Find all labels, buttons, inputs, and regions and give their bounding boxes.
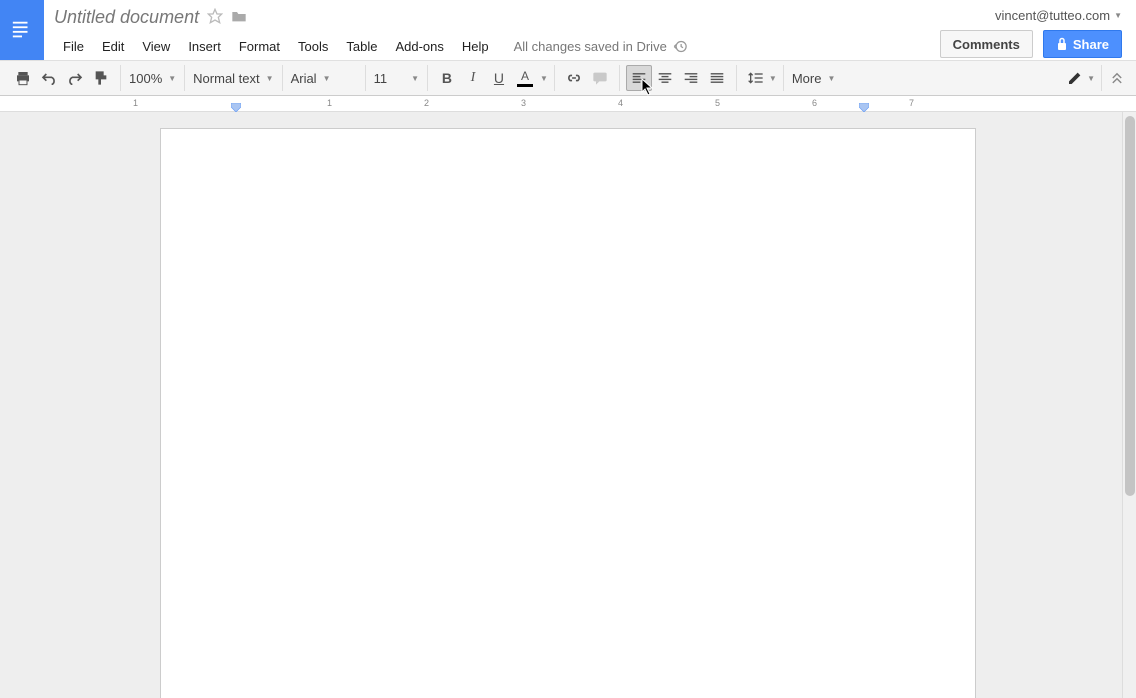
size-value: 11 [374, 71, 388, 86]
docs-icon [11, 16, 33, 44]
header-right: vincent@tutteo.com ▼ Comments Share [940, 0, 1136, 58]
scroll-thumb[interactable] [1125, 116, 1135, 496]
separator [365, 65, 366, 91]
chevron-up-double-icon [1110, 71, 1124, 85]
toolbar: 100% ▼ Normal text ▼ Arial ▼ 11 ▼ B I U … [0, 60, 1136, 96]
text-color-dropdown[interactable]: ▼ [540, 74, 548, 83]
separator [427, 65, 428, 91]
align-left-button[interactable] [626, 65, 652, 91]
more-button[interactable]: More ▼ [786, 65, 842, 91]
save-status: All changes saved in Drive [514, 39, 688, 54]
undo-button[interactable] [36, 65, 62, 91]
pencil-icon [1067, 70, 1083, 86]
paint-format-button[interactable] [88, 65, 114, 91]
separator [120, 65, 121, 91]
chevron-down-icon: ▼ [266, 74, 274, 83]
chevron-down-icon: ▼ [411, 74, 419, 83]
docs-logo[interactable] [0, 0, 44, 60]
align-right-button[interactable] [678, 65, 704, 91]
text-color-button[interactable]: A [512, 65, 538, 91]
button-row: Comments Share [940, 30, 1122, 58]
header: Untitled document File Edit View Insert … [0, 0, 1136, 60]
vertical-scrollbar[interactable] [1122, 112, 1136, 698]
document-page[interactable] [160, 128, 976, 698]
separator [1101, 65, 1102, 91]
underline-button[interactable]: U [486, 65, 512, 91]
zoom-value: 100% [129, 71, 162, 86]
ruler[interactable]: 1 1 2 3 4 5 6 7 [0, 96, 1136, 112]
align-justify-button[interactable] [704, 65, 730, 91]
chevron-down-icon: ▼ [168, 74, 176, 83]
title-row: Untitled document [54, 6, 932, 28]
insert-link-button[interactable] [561, 65, 587, 91]
separator [184, 65, 185, 91]
history-icon[interactable] [673, 39, 688, 54]
menu-edit[interactable]: Edit [93, 37, 133, 56]
left-indent-marker[interactable] [231, 103, 241, 112]
separator [783, 65, 784, 91]
lock-icon [1056, 37, 1068, 51]
menu-format[interactable]: Format [230, 37, 289, 56]
save-status-text: All changes saved in Drive [514, 39, 667, 54]
menu-addons[interactable]: Add-ons [386, 37, 452, 56]
redo-button[interactable] [62, 65, 88, 91]
ruler-label: 3 [521, 98, 526, 108]
separator [282, 65, 283, 91]
canvas-area[interactable] [0, 112, 1136, 698]
more-label: More [792, 71, 822, 86]
ruler-label: 1 [327, 98, 332, 108]
ruler-label: 6 [812, 98, 817, 108]
font-size-select[interactable]: 11 ▼ [368, 65, 425, 91]
chevron-down-icon: ▼ [827, 74, 835, 83]
separator [554, 65, 555, 91]
comments-label: Comments [953, 37, 1020, 52]
share-button[interactable]: Share [1043, 30, 1122, 58]
print-button[interactable] [10, 65, 36, 91]
menu-view[interactable]: View [133, 37, 179, 56]
menu-file[interactable]: File [54, 37, 93, 56]
ruler-label: 2 [424, 98, 429, 108]
chevron-down-icon: ▼ [1087, 74, 1095, 83]
menu-help[interactable]: Help [453, 37, 498, 56]
line-spacing-button[interactable] [743, 65, 769, 91]
paragraph-style-select[interactable]: Normal text ▼ [187, 65, 279, 91]
share-label: Share [1073, 37, 1109, 52]
comments-button[interactable]: Comments [940, 30, 1033, 58]
separator [619, 65, 620, 91]
star-icon[interactable] [207, 8, 223, 27]
menu-tools[interactable]: Tools [289, 37, 337, 56]
ruler-label: 1 [133, 98, 138, 108]
account-menu[interactable]: vincent@tutteo.com ▼ [995, 6, 1122, 24]
bold-button[interactable]: B [434, 65, 460, 91]
insert-comment-button[interactable] [587, 65, 613, 91]
style-value: Normal text [193, 71, 259, 86]
menu-insert[interactable]: Insert [179, 37, 230, 56]
ruler-label: 7 [909, 98, 914, 108]
editing-mode-button[interactable]: ▼ [1067, 65, 1095, 91]
align-center-button[interactable] [652, 65, 678, 91]
zoom-select[interactable]: 100% ▼ [123, 65, 182, 91]
chevron-down-icon: ▼ [323, 74, 331, 83]
font-select[interactable]: Arial ▼ [285, 65, 363, 91]
line-spacing-dropdown[interactable]: ▼ [769, 74, 777, 83]
text-color-indicator [517, 84, 533, 87]
account-email: vincent@tutteo.com [995, 8, 1110, 23]
italic-button[interactable]: I [460, 65, 486, 91]
right-indent-marker[interactable] [859, 103, 869, 112]
chevron-down-icon: ▼ [1114, 11, 1122, 20]
menu-bar: File Edit View Insert Format Tools Table… [54, 34, 932, 58]
menu-table[interactable]: Table [337, 37, 386, 56]
doc-title[interactable]: Untitled document [54, 7, 199, 28]
ruler-label: 4 [618, 98, 623, 108]
header-main: Untitled document File Edit View Insert … [44, 0, 940, 58]
separator [736, 65, 737, 91]
folder-icon[interactable] [231, 9, 247, 26]
font-value: Arial [291, 71, 317, 86]
ruler-label: 5 [715, 98, 720, 108]
collapse-toolbar-button[interactable] [1104, 65, 1130, 91]
